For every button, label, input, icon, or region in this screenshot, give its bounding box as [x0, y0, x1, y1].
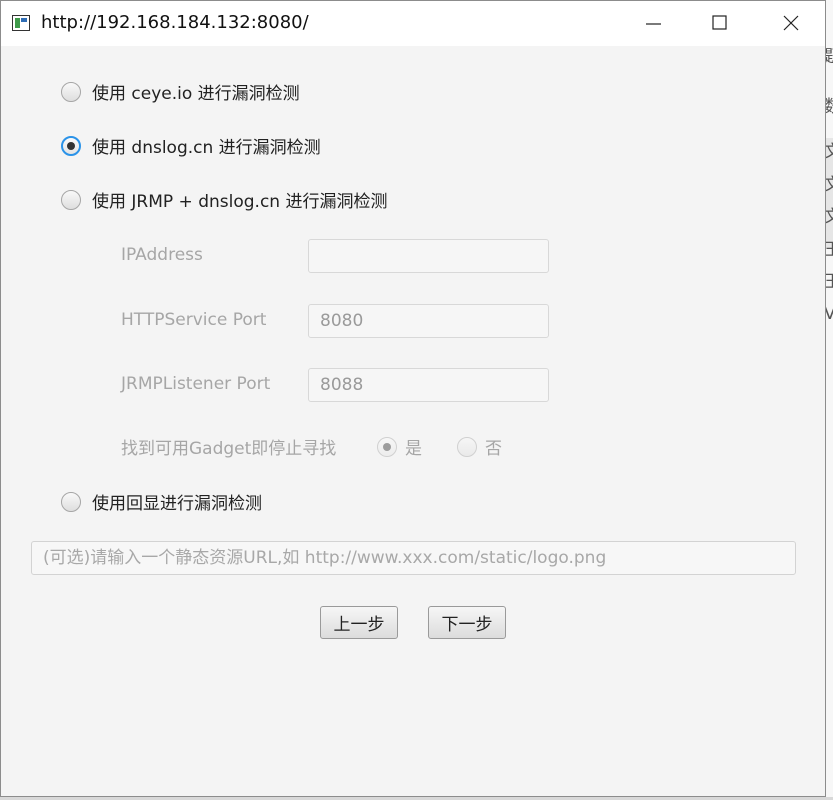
option-jrmp[interactable]: 使用 JRMP + dnslog.cn 进行漏洞检测: [61, 187, 387, 212]
stop-yes-radio[interactable]: [377, 436, 397, 457]
option-ceye[interactable]: 使用 ceye.io 进行漏洞检测: [61, 79, 300, 104]
http-port-input[interactable]: [308, 304, 549, 338]
option-jrmp-label: 使用 JRMP + dnslog.cn 进行漏洞检测: [92, 192, 388, 212]
option-echo[interactable]: 使用回显进行漏洞检测: [61, 489, 262, 514]
option-ceye-label: 使用 ceye.io 进行漏洞检测: [92, 84, 300, 104]
dialog-content: 使用 ceye.io 进行漏洞检测 使用 dnslog.cn 进行漏洞检测 使用…: [1, 46, 825, 796]
close-button[interactable]: [768, 1, 814, 46]
minimize-button[interactable]: [631, 1, 677, 46]
maximize-icon: [712, 15, 727, 30]
close-icon: [783, 15, 799, 31]
option-dnslog[interactable]: 使用 dnslog.cn 进行漏洞检测: [61, 133, 321, 158]
background-window: [826, 0, 833, 800]
http-port-label: HTTPService Port: [121, 310, 267, 330]
app-icon: [12, 15, 30, 31]
stop-on-gadget-label: 找到可用Gadget即停止寻找: [121, 439, 337, 459]
radio-jrmp[interactable]: [61, 189, 81, 210]
radio-ceye[interactable]: [61, 81, 81, 102]
next-button[interactable]: 下一步: [428, 606, 506, 639]
maximize-button[interactable]: [697, 1, 743, 46]
radio-dnslog[interactable]: [61, 135, 81, 156]
prev-button[interactable]: 上一步: [320, 606, 398, 639]
radio-echo[interactable]: [61, 491, 81, 512]
stop-yes-label: 是: [405, 439, 422, 459]
option-echo-label: 使用回显进行漏洞检测: [92, 494, 262, 514]
ip-address-input[interactable]: [308, 239, 549, 273]
stop-no-radio[interactable]: [457, 436, 477, 457]
static-url-input[interactable]: [31, 541, 796, 575]
ip-address-label: IPAddress: [121, 245, 203, 265]
option-dnslog-label: 使用 dnslog.cn 进行漏洞检测: [92, 138, 321, 158]
window-title: http://192.168.184.132:8080/: [41, 12, 309, 33]
stop-no-label: 否: [485, 439, 502, 459]
stop-yes-option[interactable]: 是: [377, 434, 422, 459]
dialog-window: http://192.168.184.132:8080/ 使用 ceye.io …: [0, 0, 826, 797]
stop-no-option[interactable]: 否: [457, 434, 502, 459]
title-bar[interactable]: http://192.168.184.132:8080/: [1, 1, 825, 46]
jrmp-port-input[interactable]: [308, 368, 549, 402]
minimize-icon: [646, 23, 661, 25]
jrmp-port-label: JRMPListener Port: [121, 374, 271, 394]
